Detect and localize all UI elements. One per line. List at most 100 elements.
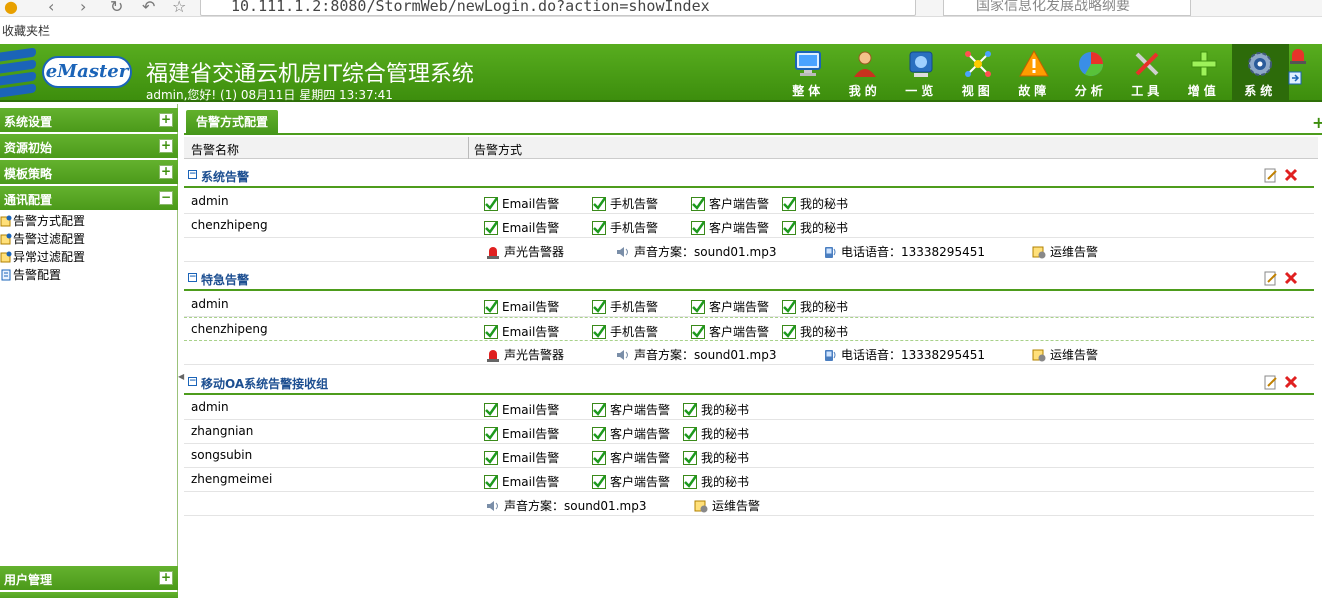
checkbox-checked-icon[interactable]: [592, 475, 606, 489]
nav-tools[interactable]: 工具: [1119, 44, 1176, 102]
method-mobile[interactable]: 手机告警: [592, 298, 658, 315]
sidebar-group-system-settings[interactable]: 系统设置 +: [0, 108, 178, 132]
alarm-light[interactable]: 声光告警器: [486, 346, 564, 363]
checkbox-checked-icon[interactable]: [592, 325, 606, 339]
method-client[interactable]: 客户端告警: [691, 219, 769, 236]
method-secretary[interactable]: 我的秘书: [782, 195, 848, 212]
edit-icon[interactable]: [1264, 168, 1278, 183]
method-email[interactable]: Email告警: [484, 323, 559, 340]
method-secretary[interactable]: 我的秘书: [683, 401, 749, 418]
nav-value-added[interactable]: 增值: [1176, 44, 1233, 102]
sidebar-item-alarm-method[interactable]: 告警方式配置: [0, 212, 85, 230]
method-secretary[interactable]: 我的秘书: [782, 323, 848, 340]
method-client[interactable]: 客户端告警: [592, 401, 670, 418]
ops-alarm[interactable]: 运维告警: [694, 497, 760, 514]
checkbox-checked-icon[interactable]: [691, 197, 705, 211]
method-client[interactable]: 客户端告警: [592, 449, 670, 466]
bookmarks-label[interactable]: 收藏夹栏: [2, 22, 50, 39]
checkbox-checked-icon[interactable]: [484, 300, 498, 314]
sidebar-group-resource-init[interactable]: 资源初始 +: [0, 134, 178, 158]
edit-icon[interactable]: [1264, 375, 1278, 390]
checkbox-checked-icon[interactable]: [484, 403, 498, 417]
checkbox-checked-icon[interactable]: [592, 427, 606, 441]
add-icon[interactable]: +: [1312, 113, 1322, 132]
method-secretary[interactable]: 我的秘书: [683, 473, 749, 490]
method-mobile[interactable]: 手机告警: [592, 195, 658, 212]
address-bar[interactable]: 10.111.1.2:8080/StormWeb/newLogin.do?act…: [200, 0, 916, 16]
alarm-light[interactable]: 声光告警器: [486, 243, 564, 260]
checkbox-checked-icon[interactable]: [683, 403, 697, 417]
ops-alarm[interactable]: 运维告警: [1032, 243, 1098, 260]
method-email[interactable]: Email告警: [484, 195, 559, 212]
collapse-icon[interactable]: −: [159, 191, 173, 205]
undo-icon[interactable]: ↶: [142, 0, 155, 16]
nav-overall[interactable]: 整体: [780, 44, 837, 102]
sound-scheme[interactable]: 声音方案：sound01.mp3: [616, 346, 776, 363]
ops-alarm[interactable]: 运维告警: [1032, 346, 1098, 363]
method-client[interactable]: 客户端告警: [592, 473, 670, 490]
alarm-light-icon[interactable]: [1288, 48, 1308, 64]
checkbox-checked-icon[interactable]: [484, 475, 498, 489]
method-client[interactable]: 客户端告警: [691, 323, 769, 340]
collapse-icon[interactable]: −: [188, 170, 197, 179]
checkbox-checked-icon[interactable]: [484, 197, 498, 211]
collapse-icon[interactable]: −: [188, 377, 197, 386]
logout-icon[interactable]: [1288, 71, 1302, 85]
collapse-icon[interactable]: −: [188, 273, 197, 282]
sidebar-group-user-management[interactable]: 用户管理 +: [0, 566, 178, 590]
edit-icon[interactable]: [1264, 271, 1278, 286]
checkbox-checked-icon[interactable]: [782, 300, 796, 314]
method-client[interactable]: 客户端告警: [691, 195, 769, 212]
method-email[interactable]: Email告警: [484, 219, 559, 236]
checkbox-checked-icon[interactable]: [691, 221, 705, 235]
phone-voice[interactable]: 电话语音：13338295451: [823, 243, 985, 260]
checkbox-checked-icon[interactable]: [782, 325, 796, 339]
sound-scheme[interactable]: 声音方案：sound01.mp3: [486, 497, 646, 514]
checkbox-checked-icon[interactable]: [484, 427, 498, 441]
sound-scheme[interactable]: 声音方案：sound01.mp3: [616, 243, 776, 260]
sidebar-item-exception-filter[interactable]: 异常过滤配置: [0, 248, 85, 266]
checkbox-checked-icon[interactable]: [691, 300, 705, 314]
nav-analysis[interactable]: 分析: [1063, 44, 1120, 102]
delete-icon[interactable]: [1284, 168, 1298, 182]
tab-alarm-method-config[interactable]: 告警方式配置: [186, 110, 279, 135]
nav-mine[interactable]: 我的: [837, 44, 894, 102]
expand-icon[interactable]: +: [159, 165, 173, 179]
expand-icon[interactable]: +: [159, 571, 173, 585]
checkbox-checked-icon[interactable]: [484, 221, 498, 235]
method-mobile[interactable]: 手机告警: [592, 219, 658, 236]
method-email[interactable]: Email告警: [484, 449, 559, 466]
delete-icon[interactable]: [1284, 271, 1298, 285]
checkbox-checked-icon[interactable]: [683, 475, 697, 489]
sidebar-item-alarm-config[interactable]: 告警配置: [0, 266, 61, 284]
method-email[interactable]: Email告警: [484, 298, 559, 315]
expand-icon[interactable]: +: [159, 139, 173, 153]
nav-overview[interactable]: 一览: [893, 44, 950, 102]
method-email[interactable]: Email告警: [484, 401, 559, 418]
method-secretary[interactable]: 我的秘书: [782, 298, 848, 315]
forward-icon[interactable]: ›: [80, 0, 86, 16]
method-email[interactable]: Email告警: [484, 425, 559, 442]
back-icon[interactable]: ‹: [48, 0, 54, 16]
checkbox-checked-icon[interactable]: [592, 403, 606, 417]
nav-system[interactable]: 系统: [1232, 44, 1289, 102]
method-email[interactable]: Email告警: [484, 473, 559, 490]
checkbox-checked-icon[interactable]: [782, 197, 796, 211]
phone-voice[interactable]: 电话语音：13338295451: [823, 346, 985, 363]
checkbox-checked-icon[interactable]: [592, 451, 606, 465]
refresh-icon[interactable]: ↻: [110, 0, 123, 16]
checkbox-checked-icon[interactable]: [592, 197, 606, 211]
nav-view[interactable]: 视图: [950, 44, 1007, 102]
column-divider[interactable]: [468, 137, 469, 159]
method-secretary[interactable]: 我的秘书: [683, 425, 749, 442]
method-secretary[interactable]: 我的秘书: [683, 449, 749, 466]
sidebar-group-template-policy[interactable]: 模板策略 +: [0, 160, 178, 184]
checkbox-checked-icon[interactable]: [484, 451, 498, 465]
checkbox-checked-icon[interactable]: [782, 221, 796, 235]
checkbox-checked-icon[interactable]: [683, 427, 697, 441]
checkbox-checked-icon[interactable]: [592, 300, 606, 314]
sidebar-item-alarm-filter[interactable]: 告警过滤配置: [0, 230, 85, 248]
checkbox-checked-icon[interactable]: [683, 451, 697, 465]
method-client[interactable]: 客户端告警: [592, 425, 670, 442]
checkbox-checked-icon[interactable]: [691, 325, 705, 339]
